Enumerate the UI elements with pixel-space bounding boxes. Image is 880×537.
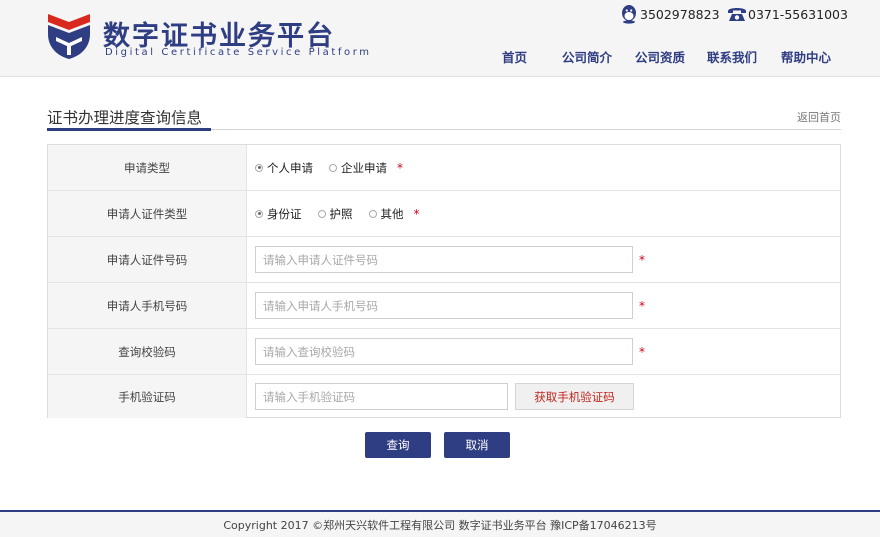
radio-other-label: 其他 [380,206,404,221]
sms-code-label: 手机验证码 [48,375,247,418]
page-title: 证书办理进度查询信息 [47,109,203,127]
nav-qualification[interactable]: 公司资质 [635,47,685,67]
query-code-input[interactable] [255,338,633,365]
radio-passport[interactable]: 护照 [317,206,353,222]
cancel-button[interactable]: 取消 [444,432,510,458]
radio-personal-label: 个人申请 [267,160,313,175]
radio-dot [368,209,377,218]
nav-about[interactable]: 公司简介 [562,47,612,67]
sms-code-input[interactable] [255,383,508,410]
mobile-input[interactable] [255,292,633,319]
radio-personal[interactable]: 个人申请 [255,160,313,176]
phone-contact: 0371-55631003 [727,4,848,24]
id-type-label: 申请人证件类型 [48,191,247,236]
nav-home[interactable]: 首页 [502,47,527,67]
nav-help[interactable]: 帮助中心 [781,47,831,67]
form-row-sms-code: 手机验证码 获取手机验证码 [48,375,840,418]
id-type-options: 身份证 护照 其他 * [255,191,840,236]
radio-dot-checked [255,163,263,172]
id-number-label: 申请人证件号码 [48,237,247,282]
radio-enterprise-label: 企业申请 [341,160,387,175]
form-row-apply-type: 申请类型 个人申请 企业申请 * [48,145,840,191]
form-row-id-type: 申请人证件类型 身份证 护照 其他 * [48,191,840,237]
telephone-icon [728,8,746,21]
radio-dot-checked [255,209,263,218]
qq-contact: 3502978823 [619,4,720,24]
shield-logo-icon [48,14,90,59]
required-mark: * [397,160,403,175]
radio-dot [329,163,337,172]
apply-type-label: 申请类型 [48,145,247,190]
radio-id-card-label: 身份证 [267,206,302,221]
radio-dot [317,209,326,218]
required-mark: * [639,298,645,313]
logo-subtitle: Digital Certificate Service Platform [105,47,372,58]
query-form: 申请类型 个人申请 企业申请 * 申请人证件类型 身份证 护照 其他 * 申请人… [47,144,841,418]
qq-penguin-icon [622,5,636,24]
radio-passport-label: 护照 [329,206,353,221]
phone-number: 0371-55631003 [748,6,848,22]
qq-number: 3502978823 [640,6,720,22]
id-number-input[interactable] [255,246,633,273]
query-code-label: 查询校验码 [48,329,247,374]
mobile-label: 申请人手机号码 [48,283,247,328]
query-button[interactable]: 查询 [365,432,431,458]
required-mark: * [639,344,645,359]
form-row-id-number: 申请人证件号码 * [48,237,840,283]
required-mark: * [639,252,645,267]
header: 数字证书业务平台 Digital Certificate Service Pla… [0,0,880,77]
apply-type-options: 个人申请 企业申请 * [255,145,840,190]
nav-contact[interactable]: 联系我们 [707,47,757,67]
radio-id-card[interactable]: 身份证 [255,206,302,222]
title-accent-bar [47,128,211,131]
radio-other[interactable]: 其他 [368,206,404,222]
back-home-link[interactable]: 返回首页 [797,109,841,125]
footer: Copyright 2017 ©郑州天兴软件工程有限公司 数字证书业务平台 豫I… [0,512,880,537]
required-mark: * [413,206,420,221]
get-sms-code-button[interactable]: 获取手机验证码 [515,383,634,410]
form-row-mobile: 申请人手机号码 * [48,283,840,329]
form-row-query-code: 查询校验码 * [48,329,840,375]
copyright-text: Copyright 2017 ©郑州天兴软件工程有限公司 数字证书业务平台 豫I… [223,518,657,532]
radio-enterprise[interactable]: 企业申请 [329,160,387,176]
